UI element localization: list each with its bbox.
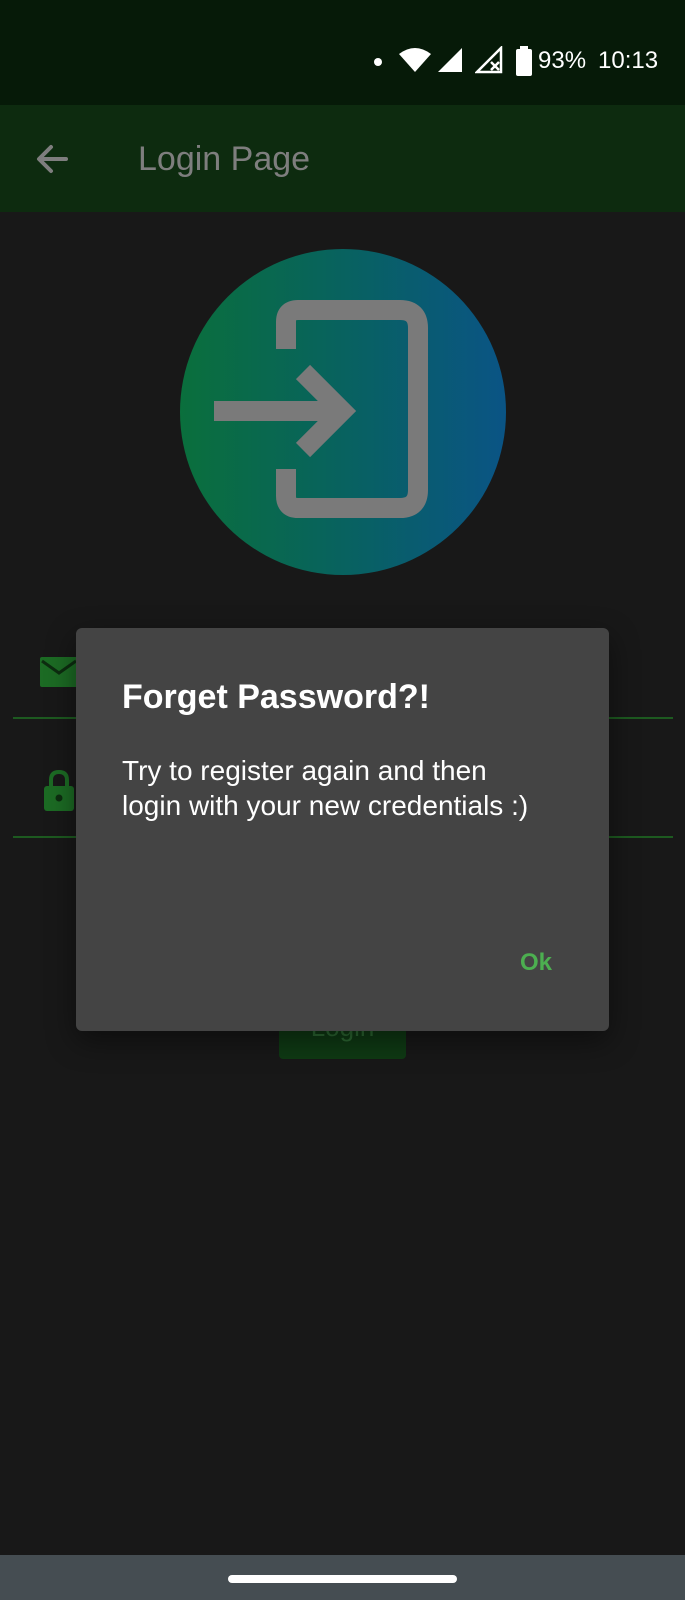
clock: 10:13 — [598, 47, 659, 74]
dialog-message: Try to register again and then login wit… — [122, 755, 529, 821]
navigation-bar — [0, 1555, 685, 1600]
wifi-icon — [399, 48, 431, 72]
login-logo — [180, 249, 506, 575]
app-bar: Login Page — [0, 105, 685, 212]
no-signal-icon — [475, 46, 503, 74]
cell-signal-icon — [438, 48, 462, 72]
arrow-back-icon — [37, 145, 68, 173]
battery-percent: 93% — [538, 47, 587, 74]
status-bar: 93% 10:13 — [0, 0, 685, 105]
page-title: Login Page — [138, 140, 311, 178]
dialog-title: Forget Password?! — [122, 678, 430, 716]
lock-icon — [44, 769, 74, 811]
notification-dot-icon — [374, 58, 382, 66]
login-enter-icon — [214, 300, 428, 518]
battery-icon — [516, 46, 532, 76]
email-icon — [40, 657, 78, 687]
back-button[interactable] — [30, 137, 74, 181]
home-indicator[interactable] — [228, 1575, 457, 1583]
ok-button[interactable]: Ok — [496, 938, 576, 988]
forget-password-dialog: Forget Password?! Try to register again … — [76, 628, 609, 1031]
